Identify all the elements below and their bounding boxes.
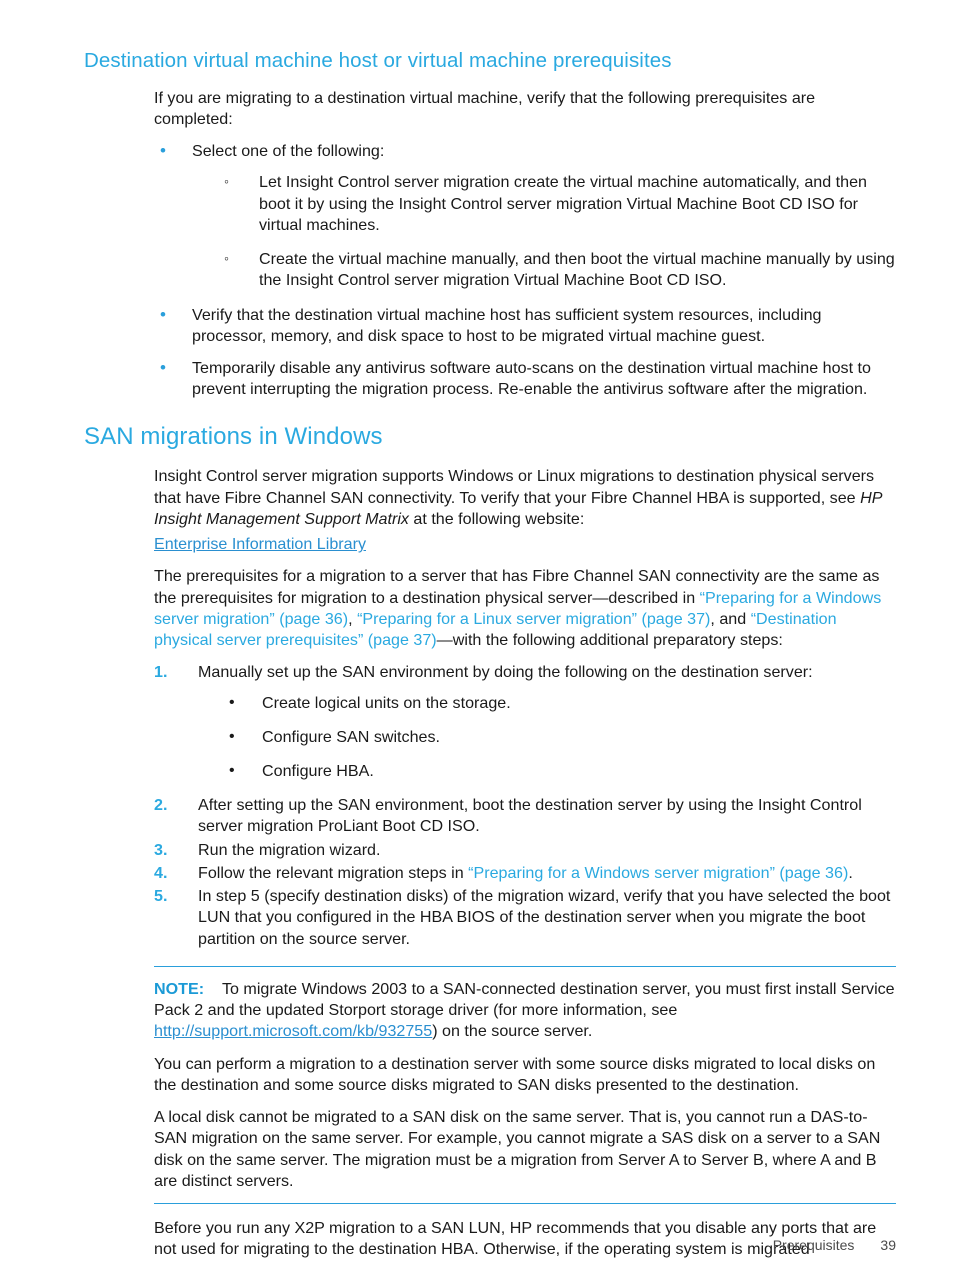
bullet-text: Temporarily disable any antivirus softwa… <box>192 358 871 399</box>
list-item: Temporarily disable any antivirus softwa… <box>154 357 896 400</box>
step-text: After setting up the SAN environment, bo… <box>198 796 862 836</box>
note-text-part1: To migrate Windows 2003 to a SAN-connect… <box>154 979 895 1020</box>
library-link-paragraph: Enterprise Information Library <box>154 534 896 555</box>
section-heading-san-migrations: SAN migrations in Windows <box>84 423 383 451</box>
sub-bullet-text: Create the virtual machine manually, and… <box>259 250 895 290</box>
san-intro-part2: at the following website: <box>408 509 585 528</box>
vm-prerequisites-body: If you are migrating to a destination vi… <box>154 88 896 130</box>
step1-sub-bullet-list: Create logical units on the storage. Con… <box>198 692 896 783</box>
enterprise-information-library-link[interactable]: Enterprise Information Library <box>154 535 366 553</box>
step-text-part2: . <box>848 863 853 882</box>
san-migrations-body: Insight Control server migration support… <box>154 466 896 651</box>
page-footer: Prerequisites 39 <box>0 1237 896 1253</box>
list-item: Configure HBA. <box>224 760 896 782</box>
section-heading-vm-prerequisites: Destination virtual machine host or virt… <box>84 49 672 72</box>
prereq-sep2: , and <box>710 609 751 628</box>
prereq-sep1: , <box>348 609 358 628</box>
note-bottom-divider <box>154 1203 896 1204</box>
step-text: In step 5 (specify destination disks) of… <box>198 887 891 948</box>
note-paragraph: NOTE: To migrate Windows 2003 to a SAN-c… <box>154 979 896 1043</box>
san-intro-paragraph: Insight Control server migration support… <box>154 466 896 530</box>
footer-section-label: Prerequisites <box>772 1237 855 1253</box>
note-text-part2: ) on the source server. <box>432 1022 593 1041</box>
vm-prerequisites-bullet-list: Select one of the following: Let Insight… <box>84 140 896 400</box>
note-paragraph-3: A local disk cannot be migrated to a SAN… <box>154 1108 881 1190</box>
sub-bullet-text: Create logical units on the storage. <box>262 693 511 712</box>
microsoft-kb-932755-link[interactable]: http://support.microsoft.com/kb/932755 <box>154 1022 432 1040</box>
list-item: Run the migration wizard. <box>154 840 896 861</box>
list-item: Manually set up the SAN environment by d… <box>154 662 896 782</box>
list-item: After setting up the SAN environment, bo… <box>154 795 896 837</box>
vm-intro-paragraph: If you are migrating to a destination vi… <box>154 88 816 128</box>
sub-bullet-text: Let Insight Control server migration cre… <box>259 173 867 234</box>
step-text-part1: Follow the relevant migration steps in <box>198 863 469 882</box>
note-label: NOTE: <box>154 979 205 998</box>
list-item: Verify that the destination virtual mach… <box>154 303 896 347</box>
document-page: Destination virtual machine host or virt… <box>0 0 954 1271</box>
note-paragraph-2: You can perform a migration to a destina… <box>154 1054 876 1094</box>
footer-page-number: 39 <box>880 1237 896 1253</box>
list-item: Create logical units on the storage. <box>224 692 896 714</box>
prereq-part2: —with the following additional preparato… <box>436 631 783 650</box>
list-item: Let Insight Control server migration cre… <box>220 172 896 236</box>
san-steps-list: Manually set up the SAN environment by d… <box>84 662 896 950</box>
list-item: Follow the relevant migration steps in “… <box>154 863 896 884</box>
sub-bullet-text: Configure SAN switches. <box>262 727 440 746</box>
list-item: Select one of the following: Let Insight… <box>154 140 896 291</box>
sub-bullet-text: Configure HBA. <box>262 762 374 781</box>
step-text: Run the migration wizard. <box>198 840 381 859</box>
note-top-divider <box>154 965 896 967</box>
list-item: In step 5 (specify destination disks) of… <box>154 886 896 950</box>
note-block: NOTE: To migrate Windows 2003 to a SAN-c… <box>154 965 896 1204</box>
san-intro-part1: Insight Control server migration support… <box>154 467 875 507</box>
list-item: Create the virtual machine manually, and… <box>220 249 896 291</box>
bullet-text: Verify that the destination virtual mach… <box>192 305 822 345</box>
step-text: Manually set up the SAN environment by d… <box>198 663 813 682</box>
san-prerequisites-paragraph: The prerequisites for a migration to a s… <box>154 566 896 651</box>
xref-preparing-linux-server-migration[interactable]: “Preparing for a Linux server migration”… <box>357 610 710 628</box>
xref-preparing-windows-server-migration-step4[interactable]: “Preparing for a Windows server migratio… <box>468 864 848 882</box>
bullet-text: Select one of the following: <box>192 142 385 161</box>
vm-sub-bullet-list: Let Insight Control server migration cre… <box>192 172 896 291</box>
list-item: Configure SAN switches. <box>224 726 896 748</box>
